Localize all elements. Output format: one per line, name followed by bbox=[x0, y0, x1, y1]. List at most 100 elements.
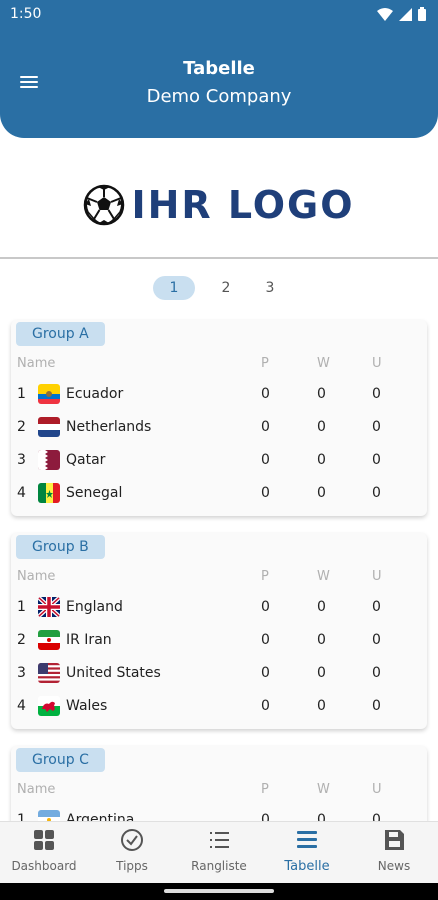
rank: 2 bbox=[17, 419, 26, 435]
divider bbox=[0, 257, 438, 259]
battery-icon bbox=[418, 7, 426, 21]
nav-dashboard[interactable]: Dashboard bbox=[0, 822, 88, 884]
bottom-nav: Dashboard Tipps Rangliste Tabelle News bbox=[0, 821, 438, 883]
draws: 0 bbox=[372, 485, 381, 501]
wins: 0 bbox=[317, 386, 326, 402]
home-indicator[interactable] bbox=[164, 889, 274, 893]
dashboard-grid-icon bbox=[34, 830, 54, 850]
nav-tipps[interactable]: Tipps bbox=[88, 822, 176, 884]
qatar-flag-icon bbox=[38, 450, 60, 470]
app-bar: Tabelle Demo Company bbox=[0, 28, 438, 138]
played: 0 bbox=[261, 386, 270, 402]
column-w: W bbox=[317, 782, 330, 797]
rank: 2 bbox=[17, 632, 26, 648]
played: 0 bbox=[261, 599, 270, 615]
table-row[interactable]: 2 IR Iran 0 0 0 bbox=[11, 624, 427, 657]
ranked-list-icon bbox=[210, 832, 229, 848]
page-1-button[interactable]: 1 bbox=[153, 276, 195, 300]
played: 0 bbox=[261, 452, 270, 468]
uk-flag-icon bbox=[38, 597, 60, 617]
column-p: P bbox=[261, 782, 269, 797]
draws: 0 bbox=[372, 665, 381, 681]
soccer-ball-icon bbox=[84, 184, 125, 226]
netherlands-flag-icon bbox=[38, 417, 60, 437]
table-row[interactable]: 3 Qatar 0 0 0 bbox=[11, 444, 427, 477]
company-name: Demo Company bbox=[146, 86, 292, 107]
senegal-flag-icon bbox=[38, 483, 60, 503]
nav-news[interactable]: News bbox=[350, 822, 438, 884]
status-bar: 1:50 bbox=[0, 0, 438, 28]
wins: 0 bbox=[317, 485, 326, 501]
status-time: 1:50 bbox=[10, 6, 42, 22]
wales-flag-icon bbox=[38, 696, 60, 716]
nav-label: Rangliste bbox=[191, 859, 247, 873]
column-name: Name bbox=[17, 569, 56, 584]
group-pager: 1 2 3 bbox=[153, 276, 283, 300]
page-3-button[interactable]: 3 bbox=[257, 276, 283, 300]
group-label: Group B bbox=[16, 535, 105, 559]
team-name: Netherlands bbox=[66, 419, 152, 435]
gesture-bar bbox=[0, 883, 438, 900]
wins: 0 bbox=[317, 452, 326, 468]
table-row[interactable]: 4 Wales 0 0 0 bbox=[11, 690, 427, 723]
column-u: U bbox=[372, 782, 382, 797]
wins: 0 bbox=[317, 665, 326, 681]
played: 0 bbox=[261, 665, 270, 681]
rank: 4 bbox=[17, 698, 26, 714]
check-circle-icon bbox=[121, 829, 143, 851]
nav-tabelle[interactable]: Tabelle bbox=[263, 822, 351, 884]
logo-text: IHR LOGO bbox=[131, 183, 355, 227]
draws: 0 bbox=[372, 419, 381, 435]
usa-flag-icon bbox=[38, 663, 60, 683]
status-icons bbox=[377, 7, 426, 21]
group-card-b: Group B Name P W U 1 England 0 0 0 2 IR … bbox=[11, 533, 427, 729]
table-row[interactable]: 2 Netherlands 0 0 0 bbox=[11, 411, 427, 444]
played: 0 bbox=[261, 419, 270, 435]
draws: 0 bbox=[372, 599, 381, 615]
rank: 1 bbox=[17, 599, 26, 615]
column-u: U bbox=[372, 356, 382, 371]
page-2-button[interactable]: 2 bbox=[213, 276, 239, 300]
nav-rangliste[interactable]: Rangliste bbox=[175, 822, 263, 884]
column-p: P bbox=[261, 569, 269, 584]
column-name: Name bbox=[17, 782, 56, 797]
wins: 0 bbox=[317, 599, 326, 615]
column-w: W bbox=[317, 356, 330, 371]
table-row[interactable]: 4 Senegal 0 0 0 bbox=[11, 477, 427, 510]
iran-flag-icon bbox=[38, 630, 60, 650]
played: 0 bbox=[261, 485, 270, 501]
team-name: IR Iran bbox=[66, 632, 112, 648]
wins: 0 bbox=[317, 632, 326, 648]
played: 0 bbox=[261, 698, 270, 714]
team-name: Wales bbox=[66, 698, 108, 714]
rank: 1 bbox=[17, 386, 26, 402]
draws: 0 bbox=[372, 386, 381, 402]
nav-label: Tipps bbox=[116, 859, 148, 873]
team-name: England bbox=[66, 599, 123, 615]
rank: 3 bbox=[17, 452, 26, 468]
table-row[interactable]: 3 United States 0 0 0 bbox=[11, 657, 427, 690]
ecuador-flag-icon bbox=[38, 384, 60, 404]
table-row[interactable]: 1 Ecuador 0 0 0 bbox=[11, 378, 427, 411]
wins: 0 bbox=[317, 698, 326, 714]
column-name: Name bbox=[17, 356, 56, 371]
nav-label: Tabelle bbox=[284, 859, 330, 874]
signal-icon bbox=[399, 7, 412, 21]
news-save-icon bbox=[385, 830, 404, 850]
team-name: United States bbox=[66, 665, 161, 681]
draws: 0 bbox=[372, 632, 381, 648]
column-u: U bbox=[372, 569, 382, 584]
nav-label: News bbox=[377, 859, 411, 873]
wifi-icon bbox=[377, 7, 393, 21]
played: 0 bbox=[261, 632, 270, 648]
table-row[interactable]: 1 England 0 0 0 bbox=[11, 591, 427, 624]
group-label: Group A bbox=[16, 322, 105, 346]
wins: 0 bbox=[317, 419, 326, 435]
rank: 4 bbox=[17, 485, 26, 501]
nav-label: Dashboard bbox=[11, 859, 77, 873]
column-w: W bbox=[317, 569, 330, 584]
page-title: Tabelle bbox=[183, 58, 255, 79]
team-name: Senegal bbox=[66, 485, 123, 501]
draws: 0 bbox=[372, 452, 381, 468]
table-lines-icon bbox=[297, 831, 317, 848]
